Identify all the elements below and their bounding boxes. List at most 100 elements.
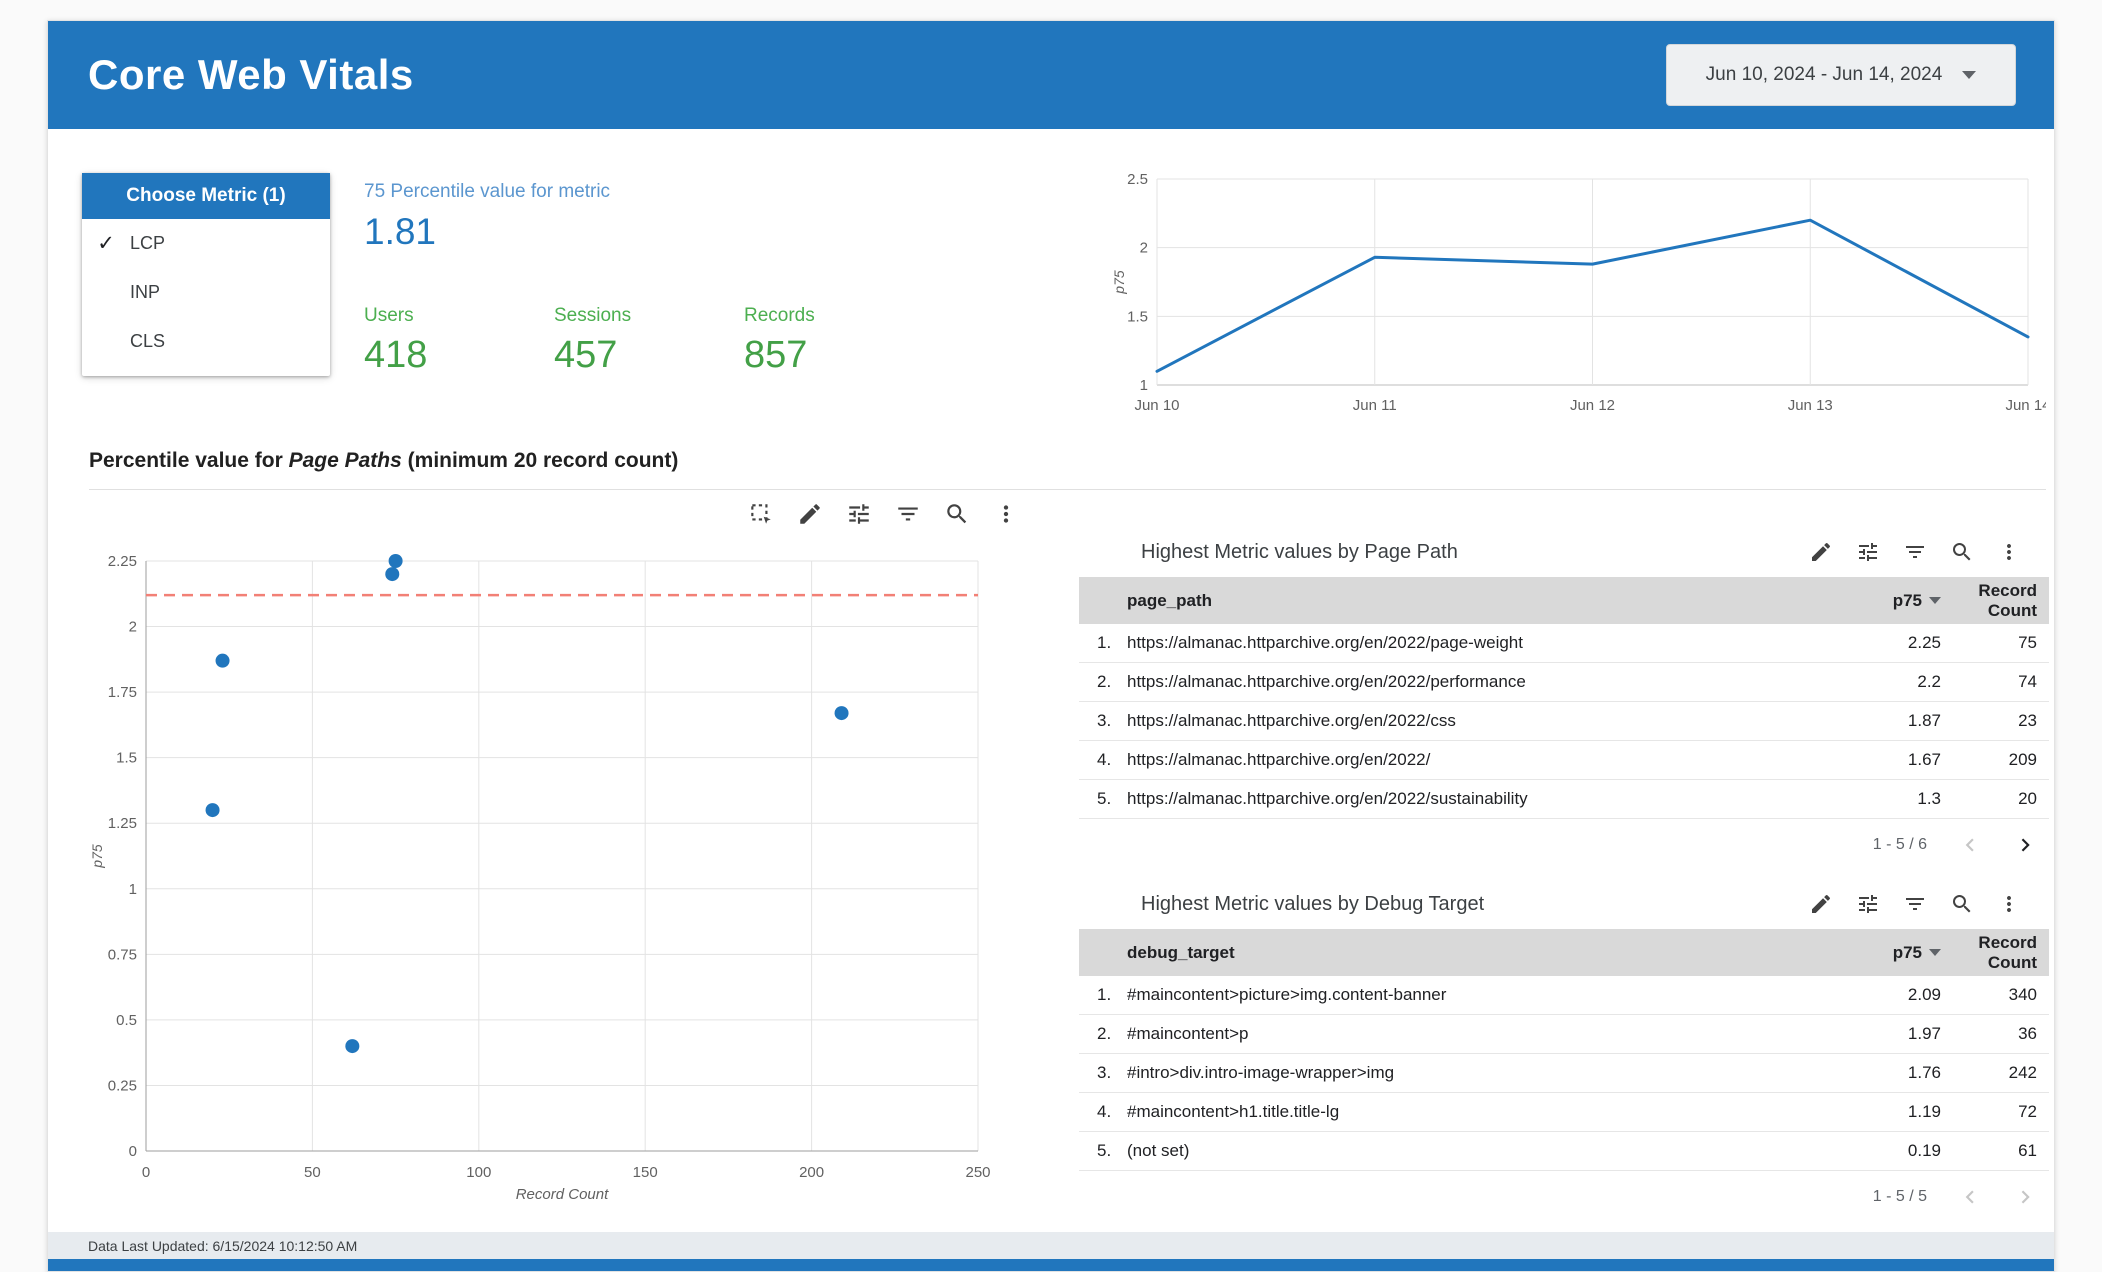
table-row[interactable]: 5. https://almanac.httparchive.org/en/202…: [1079, 780, 2049, 819]
section-divider: [89, 489, 2046, 490]
row-key: #maincontent>p: [1127, 1024, 1249, 1043]
row-count: 75: [2018, 633, 2037, 652]
percentile-label: 75 Percentile value for metric: [364, 181, 611, 202]
edit-icon[interactable]: [1809, 540, 1833, 564]
tune-icon[interactable]: [1856, 892, 1880, 916]
scatter-chart-toolbar: [748, 501, 1019, 527]
metric-options: ✓ LCP INP CLS: [82, 219, 330, 366]
row-index: 2.: [1097, 1024, 1112, 1043]
column-header-page-path[interactable]: page_path: [1127, 591, 1823, 611]
pagination-label: 1 - 5 / 6: [1872, 836, 1927, 853]
users-label: Users: [364, 305, 414, 326]
svg-text:200: 200: [799, 1164, 824, 1181]
date-range-picker[interactable]: Jun 10, 2024 - Jun 14, 2024: [1666, 44, 2016, 106]
row-index: 1.: [1097, 985, 1112, 1004]
table-row[interactable]: 2. https://almanac.httparchive.org/en/202…: [1079, 663, 2049, 702]
svg-text:p75: p75: [89, 844, 105, 869]
table-row[interactable]: 4. #maincontent>h1.title.title-lg 1.19 72: [1079, 1093, 2049, 1132]
svg-text:Jun 14: Jun 14: [2005, 397, 2046, 414]
filter-icon[interactable]: [1903, 540, 1927, 564]
metric-option-lcp[interactable]: ✓ LCP: [82, 219, 330, 268]
more-vert-icon[interactable]: [993, 501, 1019, 527]
svg-text:50: 50: [304, 1164, 321, 1181]
row-key: https://almanac.httparchive.org/en/2022/: [1127, 750, 1431, 769]
table-toolbar: [1809, 892, 2021, 916]
svg-text:250: 250: [965, 1164, 990, 1181]
table-title: Highest Metric values by Debug Target: [1141, 892, 1485, 915]
last-updated-text: Data Last Updated: 6/15/2024 10:12:50 AM: [88, 1237, 358, 1254]
svg-text:2.5: 2.5: [1127, 171, 1148, 188]
row-p75: 2.25: [1907, 633, 1941, 652]
row-count: 72: [2018, 1102, 2037, 1121]
column-header-debug-target[interactable]: debug_target: [1127, 943, 1823, 963]
row-count: 23: [2018, 711, 2037, 730]
tune-icon[interactable]: [1856, 540, 1880, 564]
row-p75: 1.3: [1917, 789, 1941, 808]
metric-option-cls[interactable]: CLS: [82, 317, 330, 366]
filter-icon[interactable]: [895, 501, 921, 527]
chevron-left-icon: [1957, 1184, 1983, 1210]
tune-icon[interactable]: [846, 501, 872, 527]
column-header-p75[interactable]: p75: [1823, 591, 1953, 611]
chevron-left-icon: [1957, 832, 1983, 858]
table-toolbar: [1809, 540, 2021, 564]
zoom-icon[interactable]: [944, 501, 970, 527]
table-row[interactable]: 5. (not set) 0.19 61: [1079, 1132, 2049, 1171]
zoom-icon[interactable]: [1950, 892, 1974, 916]
more-vert-icon[interactable]: [1997, 892, 2021, 916]
scatter-plot-svg[interactable]: 0 0.25 0.5 0.75 1 1.25 1.5 1.75 2 2.25 0 50 100 150 20…: [88, 541, 998, 1213]
table-pagination: 1 - 5 / 6: [1079, 819, 2049, 871]
table-pagination: 1 - 5 / 5: [1079, 1171, 2049, 1223]
more-vert-icon[interactable]: [1997, 540, 2021, 564]
chevron-right-icon[interactable]: [2013, 832, 2039, 858]
row-index: 1.: [1097, 633, 1112, 652]
records-label: Records: [744, 305, 815, 326]
table-row[interactable]: 3. https://almanac.httparchive.org/en/202…: [1079, 702, 2049, 741]
filter-icon[interactable]: [1903, 892, 1927, 916]
users-value: 418: [364, 334, 428, 376]
row-p75: 1.76: [1907, 1063, 1941, 1082]
row-key: #maincontent>h1.title.title-lg: [1127, 1102, 1340, 1121]
table-row[interactable]: 1. #maincontent>picture>img.content-banne…: [1079, 976, 2049, 1015]
metric-selector-header[interactable]: Choose Metric (1): [82, 173, 330, 219]
svg-text:0: 0: [142, 1164, 150, 1181]
table-row[interactable]: 2. #maincontent>p 1.97 36: [1079, 1015, 2049, 1054]
column-header-p75[interactable]: p75: [1823, 943, 1953, 963]
table-row[interactable]: 1. https://almanac.httparchive.org/en/202…: [1079, 624, 2049, 663]
section-title: Percentile value for Page Paths (minimum…: [89, 449, 679, 472]
metric-option-label: CLS: [130, 331, 166, 351]
table-row[interactable]: 4. https://almanac.httparchive.org/en/202…: [1079, 741, 2049, 780]
page-title: Core Web Vitals: [88, 51, 414, 98]
footer-accent-bar: [48, 1259, 2054, 1271]
row-p75: 1.67: [1907, 750, 1941, 769]
sessions-label: Sessions: [554, 305, 632, 326]
column-header-record-count[interactable]: Record Count: [1953, 581, 2049, 620]
row-p75: 2.09: [1907, 985, 1941, 1004]
pagination-label: 1 - 5 / 5: [1872, 1188, 1927, 1205]
report-header: Core Web Vitals Jun 10, 2024 - Jun 14, 2…: [48, 21, 2054, 129]
svg-text:2.25: 2.25: [108, 553, 137, 570]
sort-descending-icon: [1929, 949, 1941, 956]
marquee-select-icon[interactable]: [748, 501, 774, 527]
trend-line-chart-svg[interactable]: 1 1.5 2 2.5 Jun 10 Jun 11 Jun 12 Jun 13 Jun 14 p7…: [1111, 165, 2046, 427]
metric-option-inp[interactable]: INP: [82, 268, 330, 317]
caret-down-icon: [1962, 71, 1977, 79]
sessions-value: 457: [554, 334, 618, 376]
row-key: #maincontent>picture>img.content-banner: [1127, 985, 1447, 1004]
svg-text:1: 1: [129, 881, 137, 898]
row-key: (not set): [1127, 1141, 1190, 1160]
edit-icon[interactable]: [1809, 892, 1833, 916]
table-row[interactable]: 3. #intro>div.intro-image-wrapper>img 1.76…: [1079, 1054, 2049, 1093]
row-count: 340: [2008, 985, 2037, 1004]
row-count: 61: [2018, 1141, 2037, 1160]
zoom-icon[interactable]: [1950, 540, 1974, 564]
svg-text:Jun 12: Jun 12: [1570, 397, 1615, 414]
column-header-record-count[interactable]: Record Count: [1953, 933, 2049, 972]
row-p75: 1.87: [1907, 711, 1941, 730]
svg-text:Jun 10: Jun 10: [1134, 397, 1179, 414]
report-body: Choose Metric (1) ✓ LCP INP CLS 75 Percenti…: [48, 129, 2054, 1232]
svg-text:1.25: 1.25: [108, 815, 137, 832]
svg-text:Jun 11: Jun 11: [1353, 397, 1397, 414]
edit-icon[interactable]: [797, 501, 823, 527]
table-rows: 1. #maincontent>picture>img.content-banne…: [1079, 976, 2049, 1171]
